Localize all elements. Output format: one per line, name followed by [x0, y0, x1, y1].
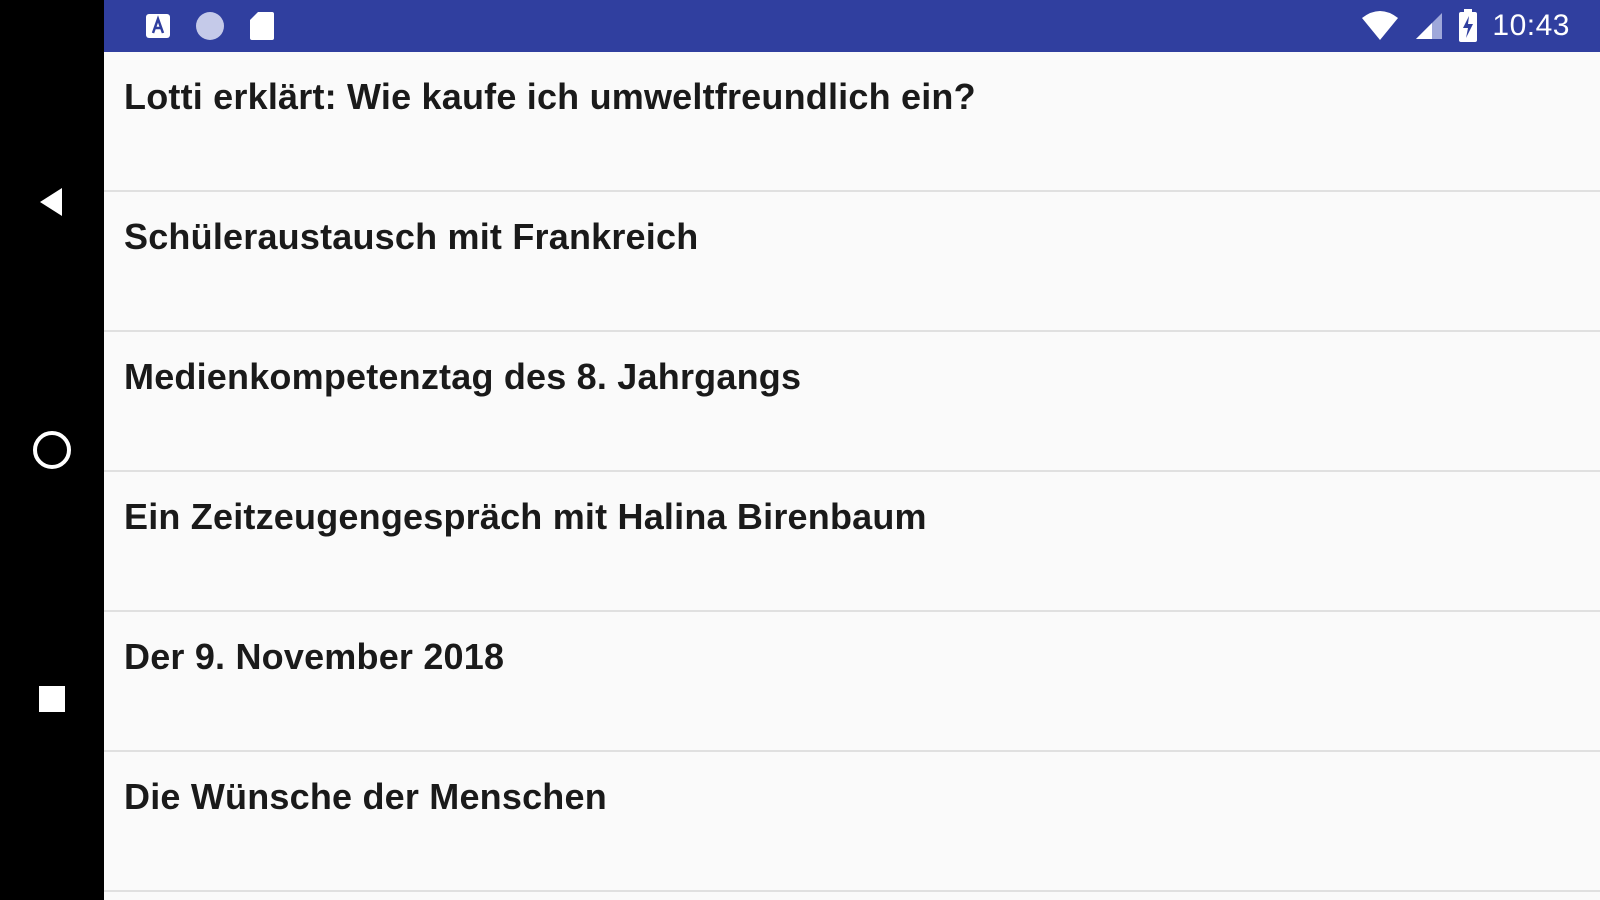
recents-square-icon — [39, 686, 65, 712]
list-item-title: Ein Zeitzeugengespräch mit Halina Birenb… — [124, 496, 927, 537]
back-triangle-icon — [40, 188, 62, 216]
article-list: Lotti erklärt: Wie kaufe ich umweltfreun… — [104, 52, 1600, 892]
device-screen: 10:43 Lotti erklärt: Wie kaufe ich umwel… — [0, 0, 1600, 900]
list-item-title: Medienkompetenztag des 8. Jahrgangs — [124, 356, 802, 397]
system-status-icons: 10:43 — [1360, 8, 1570, 44]
article-list-view[interactable]: Lotti erklärt: Wie kaufe ich umweltfreun… — [104, 52, 1600, 900]
circle-icon — [196, 12, 224, 40]
home-button[interactable] — [22, 420, 82, 480]
list-item[interactable]: Die Wünsche der Menschen — [104, 752, 1600, 892]
list-item-title: Lotti erklärt: Wie kaufe ich umweltfreun… — [124, 76, 976, 117]
list-item[interactable]: Der 9. November 2018 — [104, 612, 1600, 752]
status-bar: 10:43 — [104, 0, 1600, 52]
list-item-title: Die Wünsche der Menschen — [124, 776, 607, 817]
app-a-icon — [146, 14, 170, 38]
list-item[interactable]: Medienkompetenztag des 8. Jahrgangs — [104, 332, 1600, 472]
back-button[interactable] — [22, 172, 82, 232]
list-item[interactable]: Lotti erklärt: Wie kaufe ich umweltfreun… — [104, 52, 1600, 192]
clock: 10:43 — [1492, 9, 1570, 42]
list-item[interactable]: Ein Zeitzeugengespräch mit Halina Birenb… — [104, 472, 1600, 612]
cell-signal-icon — [1416, 13, 1443, 39]
recents-button[interactable] — [22, 669, 82, 729]
wifi-icon — [1362, 11, 1399, 40]
battery-charging-icon — [1459, 9, 1478, 42]
sd-card-icon — [250, 12, 274, 40]
list-item[interactable]: Schüleraustausch mit Frankreich — [104, 192, 1600, 332]
list-item-title: Schüleraustausch mit Frankreich — [124, 216, 699, 257]
notification-icons — [144, 10, 276, 42]
navigation-bar — [0, 0, 104, 900]
home-circle-icon — [33, 431, 71, 469]
list-item-title: Der 9. November 2018 — [124, 636, 505, 677]
